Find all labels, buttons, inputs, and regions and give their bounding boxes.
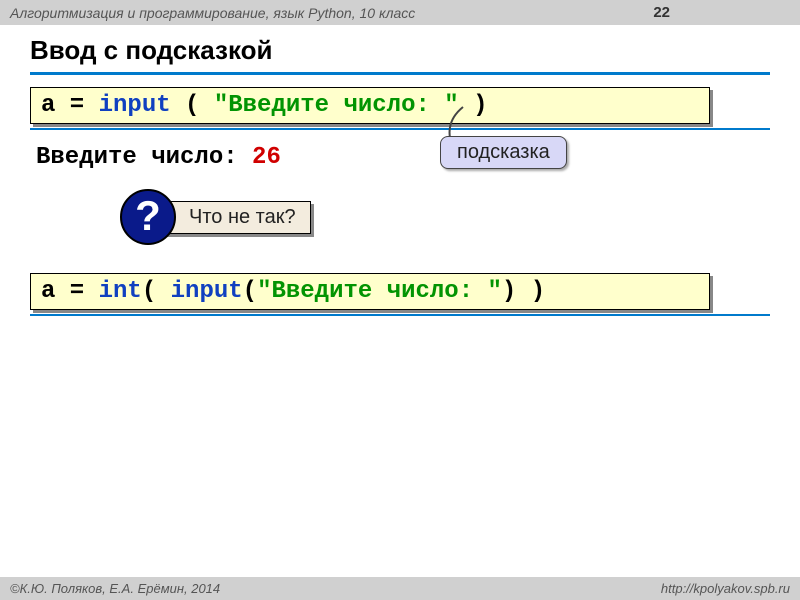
console-output: Введите число: 26 — [36, 144, 770, 171]
callout-arrow-icon — [445, 105, 475, 140]
question-block: ? Что не так? — [120, 189, 770, 249]
output-value: 26 — [252, 144, 281, 171]
output-prompt: Введите число: — [36, 144, 252, 171]
code-box-2: a = int( input("Введите число: ") ) — [30, 273, 710, 310]
code-text: ( — [171, 92, 214, 119]
code-text: ) ) — [502, 278, 545, 305]
code-keyword: int — [99, 278, 142, 305]
header-bar: Алгоритмизация и программирование, язык … — [0, 0, 800, 25]
hint-callout: подсказка — [440, 136, 567, 169]
code-keyword: input — [99, 92, 171, 119]
code-string: "Введите число: " — [257, 278, 502, 305]
code-box-1: a = input ( "Введите число: " ) — [30, 87, 710, 124]
code-block-2: a = int( input("Введите число: ") ) — [30, 273, 770, 318]
code-text: ( — [243, 278, 257, 305]
footer-bar: ©К.Ю. Поляков, Е.А. Ерёмин, 2014 http://… — [0, 577, 800, 600]
copyright: ©К.Ю. Поляков, Е.А. Ерёмин, 2014 — [10, 581, 220, 596]
slide-title: Ввод с подсказкой — [30, 35, 770, 66]
footer-url: http://kpolyakov.spb.ru — [661, 581, 790, 596]
code-block-1: a = input ( "Введите число: " ) — [30, 87, 770, 132]
page-number: 22 — [653, 4, 670, 21]
code-text: a = — [41, 278, 99, 305]
question-text: Что не так? — [164, 201, 311, 234]
code-text: a = — [41, 92, 99, 119]
course-title: Алгоритмизация и программирование, язык … — [10, 5, 415, 21]
code-keyword: input — [171, 278, 243, 305]
title-divider — [30, 72, 770, 75]
question-mark-icon: ? — [120, 189, 176, 245]
code-text: ( — [142, 278, 171, 305]
slide-content: Ввод с подсказкой a = input ( "Введите ч… — [0, 25, 800, 340]
code-string: "Введите число: " — [214, 92, 459, 119]
